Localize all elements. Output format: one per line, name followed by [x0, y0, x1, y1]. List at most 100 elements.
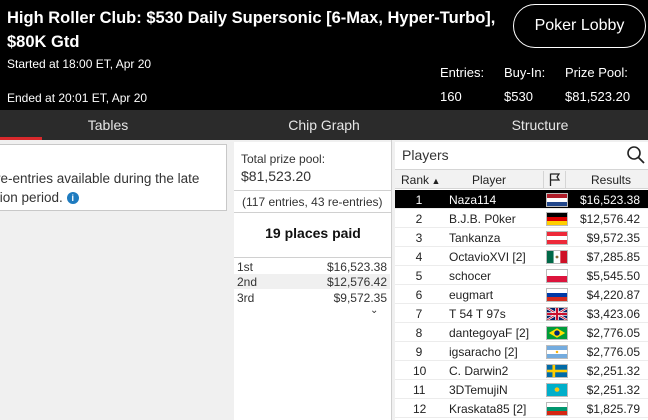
player-result: $2,776.05 [586, 326, 640, 340]
search-icon[interactable] [626, 145, 646, 165]
payout-row: 3rd $9,572.35 [234, 290, 390, 305]
player-name[interactable]: Naza114 [449, 193, 496, 207]
payout-place: 1st [237, 260, 254, 274]
germany-flag-icon [546, 212, 568, 226]
player-rank: 11 [413, 383, 426, 397]
divider [234, 212, 392, 213]
player-name[interactable]: B.J.B. P0ker [449, 212, 516, 226]
tournament-title: High Roller Club: $530 Daily Supersonic … [7, 9, 496, 51]
player-name[interactable]: igsaracho [2] [449, 345, 518, 359]
entries-label: Entries: [440, 65, 485, 80]
brazil-flag-icon [546, 326, 568, 340]
payout-place: 3rd [237, 291, 255, 305]
expand-payouts-chevron-icon[interactable]: ⌄ [370, 305, 378, 316]
buyin-stat: Buy-In: $530 [504, 65, 545, 104]
player-name[interactable]: T 54 T 97s [449, 307, 506, 321]
player-rank: 5 [415, 269, 423, 283]
tournament-header: High Roller Club: $530 Daily Supersonic … [0, 0, 648, 110]
flag-icon [549, 173, 561, 186]
panel-divider [391, 140, 392, 420]
info-line-2: tion period. [0, 190, 63, 205]
active-tab-indicator [0, 137, 42, 140]
payout-row: 2nd $12,576.42 [234, 274, 390, 289]
reentry-info-box: re-entries available during the late tio… [0, 144, 227, 211]
divider [234, 190, 392, 191]
player-result: $16,523.38 [579, 193, 640, 207]
player-row[interactable]: 2 B.J.B. P0ker $12,576.42 [395, 209, 648, 228]
sweden-flag-icon [546, 364, 568, 378]
player-rank: 3 [415, 231, 423, 245]
player-row[interactable]: 12 Kraskata85 [2] $1,825.79 [395, 399, 648, 418]
entries-stat: Entries: 160 [440, 65, 484, 104]
entries-note: (117 entries, 43 re-entries) [242, 195, 383, 209]
player-row[interactable]: 1 Naza114 $16,523.38 [395, 190, 648, 209]
player-result: $12,576.42 [579, 212, 640, 226]
bulgaria-flag-icon [546, 402, 568, 416]
tab-tables[interactable]: Tables [0, 110, 216, 140]
player-name[interactable]: dantegoyaF [2] [449, 326, 529, 340]
rank-column-header[interactable]: Rank ▲ [401, 173, 440, 187]
player-row[interactable]: 3 Tankanza $9,572.35 [395, 228, 648, 247]
player-rank: 2 [415, 212, 423, 226]
flag-column-header[interactable] [543, 171, 566, 189]
player-row[interactable]: 7 T 54 T 97s $3,423.06 [395, 304, 648, 323]
player-rank: 12 [413, 402, 427, 416]
player-name[interactable]: OctavioXVI [2] [449, 250, 526, 264]
player-result: $7,285.85 [586, 250, 640, 264]
player-rank: 4 [415, 250, 423, 264]
player-rank: 6 [415, 288, 423, 302]
player-row[interactable]: 9 igsaracho [2] $2,776.05 [395, 342, 648, 361]
player-rank: 1 [415, 193, 423, 207]
netherlands-flag-icon [546, 193, 568, 207]
mexico-flag-icon [546, 250, 568, 264]
sort-caret-icon: ▲ [429, 176, 441, 186]
player-row[interactable]: 5 schocer $5,545.50 [395, 266, 648, 285]
player-name[interactable]: C. Darwin2 [449, 364, 508, 378]
player-result: $2,251.32 [586, 383, 640, 397]
player-name[interactable]: 3DTemujiN [449, 383, 508, 397]
start-time: Started at 18:00 ET, Apr 20 [7, 57, 152, 71]
info-line-1: re-entries available during the late [0, 171, 200, 186]
player-name[interactable]: Kraskata85 [2] [449, 402, 526, 416]
player-row[interactable]: 6 eugmart $4,220.87 [395, 285, 648, 304]
player-rank: 10 [413, 364, 427, 378]
tab-structure[interactable]: Structure [432, 110, 648, 140]
player-row[interactable]: 11 3DTemujiN $2,251.32 [395, 380, 648, 399]
player-result: $1,825.79 [586, 402, 640, 416]
poland-flag-icon [546, 269, 568, 283]
prize-pool-title: Total prize pool: [241, 152, 326, 166]
payout-amount: $12,576.42 [326, 275, 387, 289]
poker-lobby-button[interactable]: Poker Lobby [513, 4, 646, 48]
divider [234, 257, 392, 258]
russia-flag-icon [546, 288, 568, 302]
player-result: $2,251.32 [586, 364, 640, 378]
player-result: $2,776.05 [586, 345, 640, 359]
player-rank: 9 [415, 345, 423, 359]
results-column-header[interactable]: Results [591, 173, 631, 187]
tab-chip-graph[interactable]: Chip Graph [216, 110, 432, 140]
info-line-2-wrap: tion period. i [0, 190, 79, 205]
players-table-header: Rank ▲ Player Results [395, 169, 648, 189]
player-name[interactable]: schocer [449, 269, 491, 283]
player-result: $3,423.06 [586, 307, 640, 321]
player-row[interactable]: 8 dantegoyaF [2] $2,776.05 [395, 323, 648, 342]
austria-flag-icon [546, 231, 568, 245]
rank-header-label: Rank [401, 173, 430, 187]
argentina-flag-icon [546, 345, 568, 359]
info-icon[interactable]: i [66, 192, 79, 205]
end-time: Ended at 20:01 ET, Apr 20 [7, 91, 148, 105]
prizepool-label: Prize Pool: [565, 65, 628, 80]
places-paid: 19 places paid [265, 225, 361, 241]
player-name[interactable]: eugmart [449, 288, 493, 302]
player-row[interactable]: 10 C. Darwin2 $2,251.32 [395, 361, 648, 380]
player-row[interactable]: 4 OctavioXVI [2] $7,285.85 [395, 247, 648, 266]
player-rank: 7 [415, 307, 423, 321]
prizepool-value: $81,523.20 [565, 89, 631, 104]
tab-bar: Tables Chip Graph Structure [0, 110, 648, 140]
player-name[interactable]: Tankanza [449, 231, 500, 245]
player-column-header[interactable]: Player [472, 173, 506, 187]
uk-flag-icon [546, 307, 568, 321]
payout-amount: $9,572.35 [333, 291, 387, 305]
prize-pool-total: $81,523.20 [241, 168, 312, 184]
buyin-label: Buy-In: [504, 65, 546, 80]
